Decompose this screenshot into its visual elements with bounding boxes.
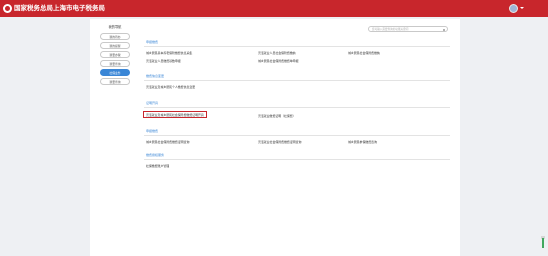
search-input[interactable]: 您可输入需要查询的功能关键词 [368,26,448,32]
section-divider [144,135,450,136]
link-info-change[interactable]: 灵活就业及城乡居民个人缴费信息变更 [146,85,195,89]
site-title: 国家税务总局上海市电子税务局 [14,4,105,12]
section-title-certificates: 证明开具 [146,101,159,105]
link-payment-certificate[interactable]: 灵活就业及城乡居民社会保险费缴费证明开具 [143,111,207,118]
link-flexible-certificate-query[interactable]: 灵活就业社会保险费缴费证明查询 [258,140,301,144]
link-flexible-payment[interactable]: 灵活就业人员社会保险费缴纳 [258,51,296,55]
chevron-down-icon[interactable] [520,7,524,9]
sidebar-item-reminders[interactable]: 我的提醒 [100,42,130,49]
link-resident-pension-info[interactable]: 城乡居民基本养老保险缴费信息采集 [146,51,192,55]
sidebar-nav: 我的导航 我的待办 我的提醒 我要办税 我要查询 社保业务 我要查询 [100,23,130,85]
link-resident-payment[interactable]: 城乡居民社会保险费缴纳 [348,51,380,55]
section-divider [144,80,450,81]
sidebar-item-social-security[interactable]: 社保业务 [100,69,130,76]
section-title-filing: 申报缴费 [146,40,159,44]
search-icon[interactable] [442,28,445,31]
link-flexible-certificate[interactable]: 灵活就业缴费证明（社保费） [258,114,296,118]
search-placeholder: 您可输入需要查询的功能关键词 [372,28,409,31]
section-divider [144,159,450,160]
section-title-filing-2: 申报缴费 [146,129,159,133]
link-flexible-base-declare[interactable]: 灵活就业人员缴费基数申报 [146,59,181,63]
section-divider [144,107,450,108]
sidebar-item-todo[interactable]: 我的待办 [100,33,130,40]
sidebar-item-query[interactable]: 我要查询 [100,60,130,67]
link-resident-certificate-query[interactable]: 城乡居民社会保险费缴费证明查询 [146,140,189,144]
scrollbar-thumb[interactable] [542,238,544,248]
link-resident-enroll-query[interactable]: 城乡居民参保缴费查询 [348,140,377,144]
section-divider [144,46,450,47]
link-resident-payment-slip[interactable]: 城乡居民社会保险费缴费单申报 [258,59,298,63]
tax-bureau-logo-icon [3,4,12,13]
sidebar-item-file-tax[interactable]: 我要办税 [100,51,130,58]
link-account-management[interactable]: 社保缴费账户管理 [146,164,169,168]
user-avatar[interactable] [509,4,518,13]
main-panel: 我的导航 我的待办 我的提醒 我要办税 我要查询 社保业务 我要查询 您可输入需… [90,19,460,256]
sidebar-title: 我的导航 [108,25,122,29]
section-title-info-change: 缴费信息变更 [146,74,165,78]
sidebar-item-query-2[interactable]: 我要查询 [100,78,130,85]
top-header-bar: 国家税务总局上海市电子税务局 [0,0,548,17]
content-area: 您可输入需要查询的功能关键词 申报缴费 城乡居民基本养老保险缴费信息采集 灵活就… [142,19,454,256]
section-title-authorization: 缴费授权服务 [146,153,165,157]
